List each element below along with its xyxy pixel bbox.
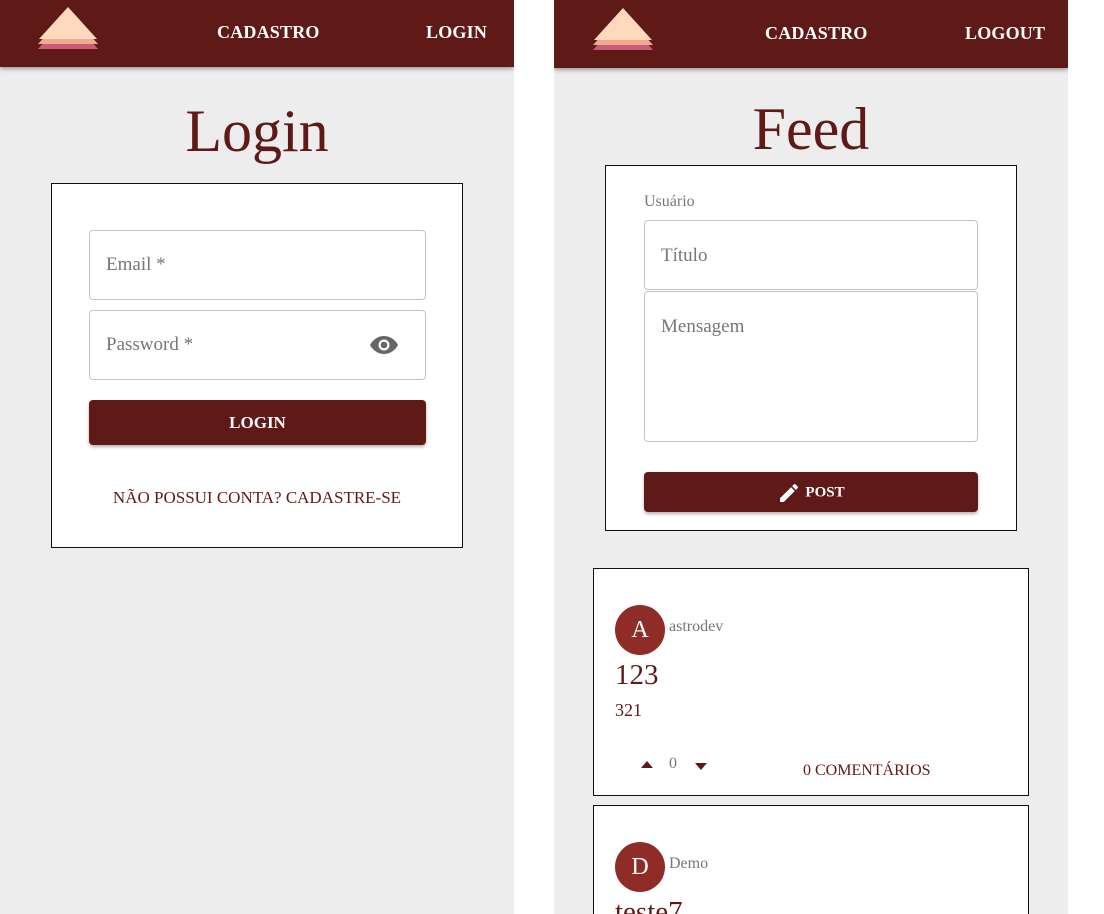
message-placeholder: Mensagem <box>661 316 745 337</box>
title-input[interactable]: Título <box>644 220 978 290</box>
post-card: A astrodev 123 321 0 0 COMENTÁRIOS <box>593 568 1029 796</box>
vote-count: 0 <box>669 755 677 772</box>
logo-icon[interactable] <box>36 7 100 53</box>
avatar: A <box>615 605 665 655</box>
pencil-icon <box>780 483 799 502</box>
nav-logout-link[interactable]: LOGOUT <box>965 23 1045 44</box>
logo-icon[interactable] <box>591 8 655 54</box>
nav-cadastro-link[interactable]: CADASTRO <box>765 23 868 44</box>
nav-cadastro-link[interactable]: CADASTRO <box>217 22 320 43</box>
email-field[interactable]: Email * <box>89 230 426 300</box>
email-label: Email * <box>106 254 166 275</box>
nav-login-link[interactable]: LOGIN <box>426 22 487 43</box>
post-username: Demo <box>669 855 709 872</box>
post-form-card: Usuário Título Mensagem POST <box>605 165 1017 531</box>
post-card: D Demo teste7 <box>593 805 1029 914</box>
post-body: 321 <box>615 700 642 720</box>
navbar: CADASTRO LOGOUT <box>554 0 1068 68</box>
title-placeholder: Título <box>661 245 708 266</box>
page-title: Login <box>185 98 329 164</box>
password-field[interactable]: Password * <box>89 310 426 380</box>
arrow-up-icon[interactable] <box>640 760 654 769</box>
page-title: Feed <box>752 96 870 162</box>
arrow-down-icon[interactable] <box>694 762 708 771</box>
login-button[interactable]: LOGIN <box>89 400 426 445</box>
user-label: Usuário <box>644 193 695 210</box>
signup-link[interactable]: NÃO POSSUI CONTA? CADASTRE-SE <box>52 488 462 508</box>
eye-icon[interactable] <box>369 334 399 356</box>
message-textarea[interactable]: Mensagem <box>644 291 978 442</box>
feed-screen: CADASTRO LOGOUT Feed Usuário Título Mens… <box>554 0 1068 914</box>
login-screen: CADASTRO LOGIN Login Email * Password * … <box>0 0 514 914</box>
password-label: Password * <box>106 334 194 355</box>
login-card: Email * Password * LOGIN NÃO POSSUI CONT… <box>51 183 463 548</box>
post-username: astrodev <box>669 618 724 635</box>
post-button-label: POST <box>805 484 845 501</box>
navbar: CADASTRO LOGIN <box>0 0 514 67</box>
comments-link[interactable]: 0 COMENTÁRIOS <box>803 762 931 780</box>
avatar: D <box>615 842 665 892</box>
post-title: teste7 <box>615 896 683 914</box>
post-title: 123 <box>615 659 659 691</box>
post-button[interactable]: POST <box>644 472 978 512</box>
